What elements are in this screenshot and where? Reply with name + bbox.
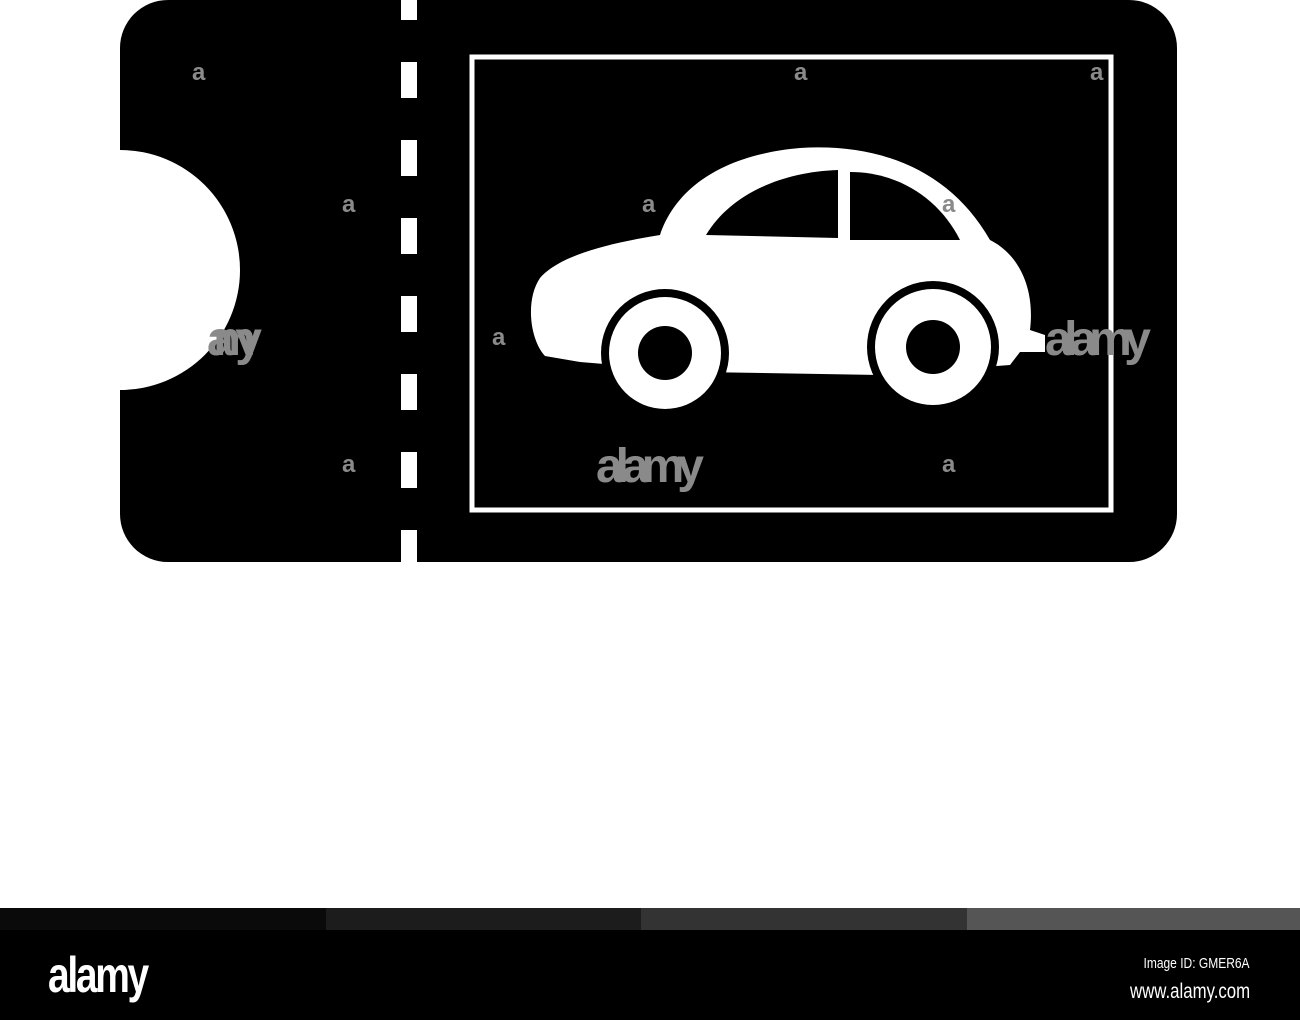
svg-text:a: a: [492, 324, 506, 351]
svg-text:a: a: [342, 451, 356, 478]
footer-band: [0, 930, 1300, 1020]
footer-strip-3: [641, 908, 967, 930]
footer-strip-1: [0, 908, 326, 930]
footer-strip-4: [967, 908, 1300, 930]
svg-text:a: a: [642, 191, 656, 218]
ticket-car-illustration: a a a a a a amy a alamy alamy a a: [0, 0, 1177, 562]
svg-text:alamy: alamy: [1045, 313, 1151, 366]
svg-text:a: a: [942, 191, 956, 218]
svg-text:a: a: [192, 59, 206, 86]
svg-text:a: a: [342, 191, 356, 218]
image-id: Image ID: GMER6A: [1143, 955, 1250, 972]
svg-text:a: a: [1090, 59, 1104, 86]
svg-text:a: a: [942, 451, 956, 478]
svg-text:amy: amy: [207, 313, 262, 366]
website-link: www.alamy.com: [1129, 980, 1250, 1003]
footer-strip-2: [326, 908, 641, 930]
svg-text:a: a: [794, 59, 808, 86]
svg-text:alamy: alamy: [596, 440, 704, 493]
alamy-logo: alamy: [48, 947, 149, 1003]
